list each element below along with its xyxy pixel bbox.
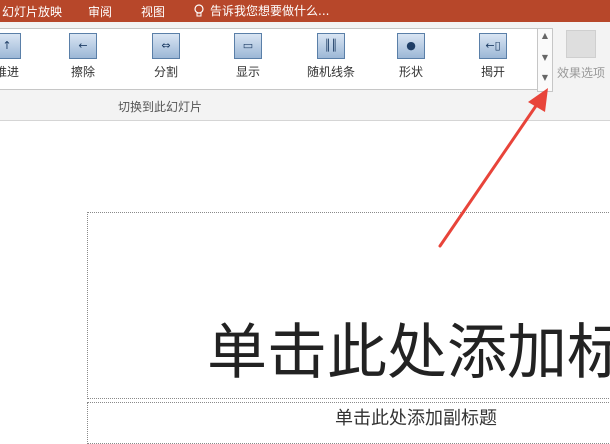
- annotation-arrow: [438, 88, 548, 248]
